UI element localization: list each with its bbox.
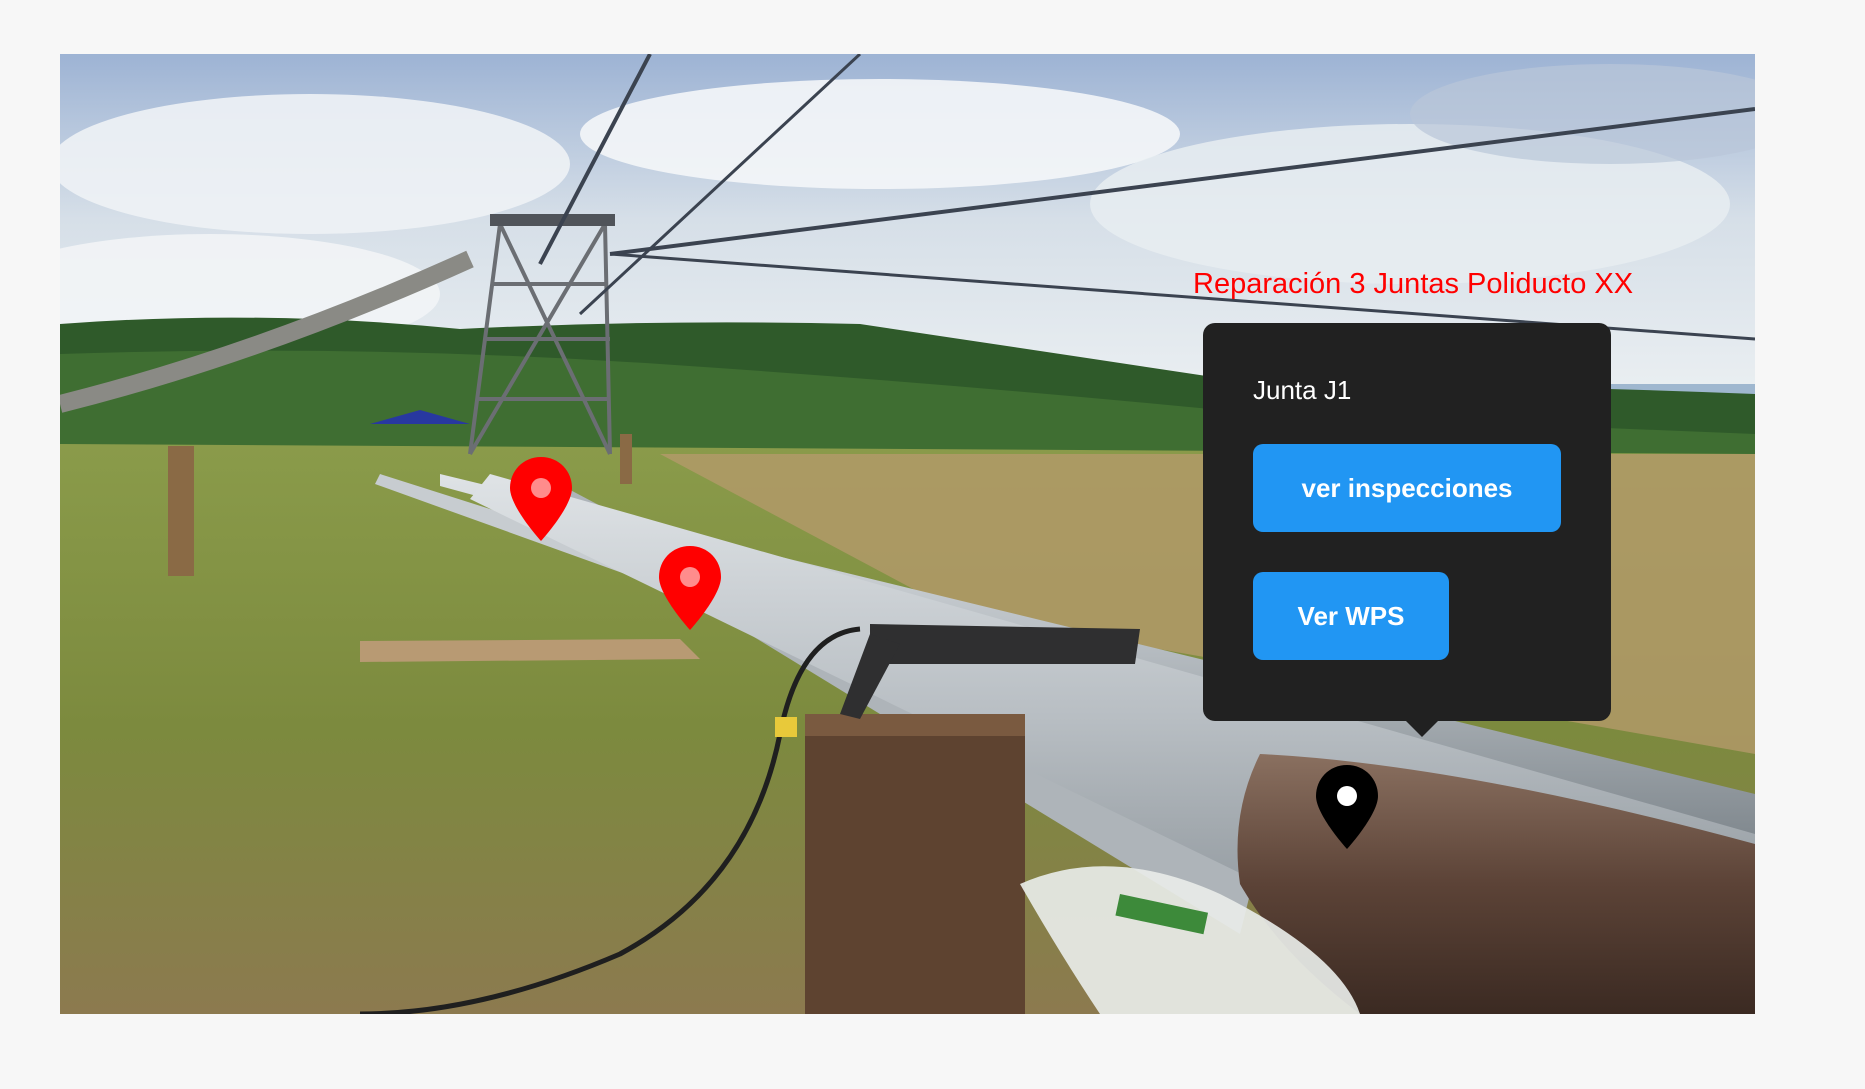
joint-popup: Junta J1 ver inspecciones Ver WPS	[1203, 323, 1611, 737]
map-pin-icon[interactable]	[657, 544, 723, 632]
pipeline-photo-viewer: Reparación 3 Juntas Poliducto XX Junta J…	[60, 54, 1755, 1014]
view-inspections-button[interactable]: ver inspecciones	[1253, 444, 1561, 532]
view-wps-button[interactable]: Ver WPS	[1253, 572, 1449, 660]
project-title: Reparación 3 Juntas Poliducto XX	[1193, 268, 1634, 300]
selected-map-pin-icon[interactable]	[1314, 763, 1380, 851]
map-pin-icon[interactable]	[508, 455, 574, 543]
joint-name: Junta J1	[1253, 375, 1352, 405]
